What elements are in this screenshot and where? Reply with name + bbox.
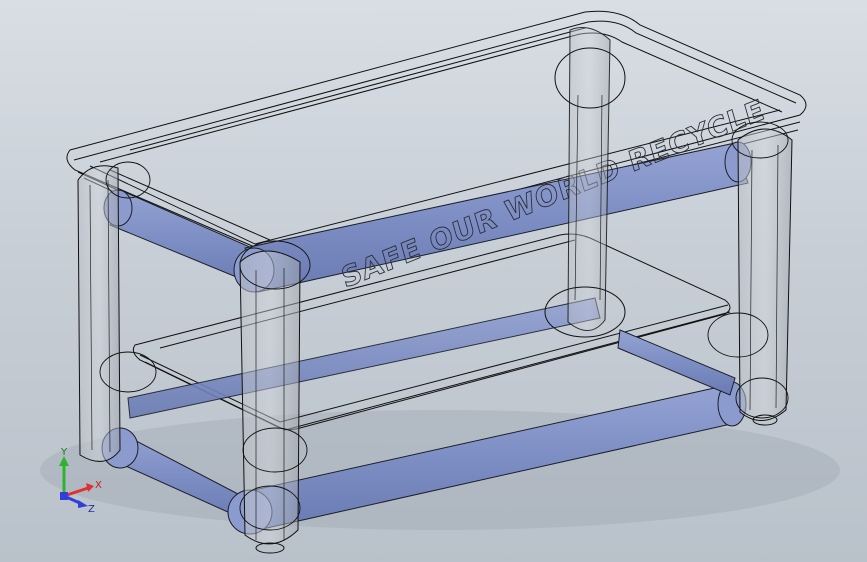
axis-x-label: X bbox=[95, 480, 102, 491]
leg-front-left[interactable] bbox=[239, 250, 301, 554]
lower-right-rail[interactable] bbox=[617, 329, 736, 396]
leg-front-right[interactable] bbox=[737, 128, 793, 426]
upper-front-rail[interactable]: SAFE OUR WORLD RECYCLE bbox=[233, 92, 769, 295]
engraved-text: SAFE OUR WORLD RECYCLE bbox=[338, 93, 769, 295]
axis-y-label: Y bbox=[60, 447, 68, 458]
graphics-viewport[interactable]: SAFE OUR WORLD RECYCLE Y X Z bbox=[0, 0, 867, 562]
axis-z-label: Z bbox=[88, 504, 95, 515]
coordinate-triad: Y X Z bbox=[59, 447, 102, 515]
leg-back-left[interactable] bbox=[77, 165, 121, 462]
model-view[interactable]: SAFE OUR WORLD RECYCLE bbox=[0, 0, 867, 562]
